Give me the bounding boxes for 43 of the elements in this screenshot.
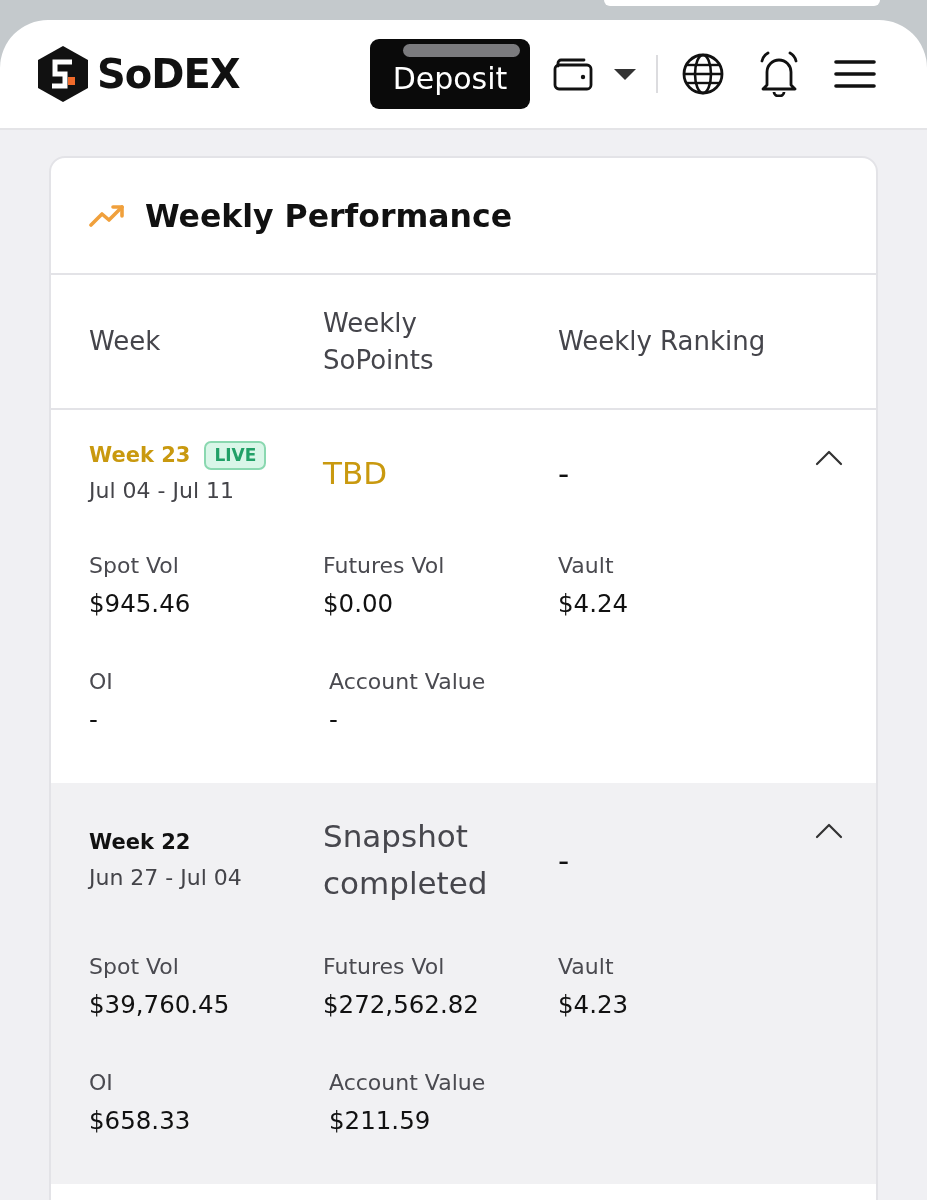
column-header: Weekly Ranking: [558, 325, 766, 358]
globe-icon[interactable]: [682, 53, 724, 95]
wallet-icon[interactable]: [553, 57, 593, 91]
trending-up-icon: [89, 204, 125, 227]
bell-icon[interactable]: [758, 51, 800, 97]
stat-label: Spot Vol: [89, 552, 179, 580]
column-header: Week: [89, 325, 161, 358]
week-label: Week 22: [89, 829, 191, 856]
stat-value: $272,562.82: [323, 989, 479, 1021]
stat-label: OI: [89, 1069, 113, 1097]
stat-value: -: [329, 704, 338, 736]
stat-label: OI: [89, 668, 113, 696]
stat-value: $658.33: [89, 1105, 191, 1137]
ranking-value: -: [558, 453, 570, 493]
stat-value: $4.24: [558, 588, 629, 620]
card-title: Weekly Performance: [145, 196, 512, 236]
stat-value: $211.59: [329, 1105, 431, 1137]
stat-value: $945.46: [89, 588, 191, 620]
sopoints-value: TBD: [323, 453, 388, 493]
ranking-value: -: [558, 840, 570, 880]
stat-value: -: [89, 704, 98, 736]
column-header: Weekly SoPoints: [323, 306, 435, 377]
caret-down-icon[interactable]: [614, 68, 636, 80]
week-label: Week 23: [89, 442, 191, 469]
stat-label: Spot Vol: [89, 953, 179, 981]
stat-label: Vault: [558, 552, 614, 580]
sopoints-value: Snapshot completed: [323, 817, 489, 903]
stat-value: $39,760.45: [89, 989, 230, 1021]
menu-icon[interactable]: [834, 59, 876, 89]
chevron-up-icon[interactable]: [815, 823, 843, 839]
stat-label: Futures Vol: [323, 552, 445, 580]
week-dates: Jun 27 - Jul 04: [89, 864, 242, 892]
week-dates: Jul 04 - Jul 11: [89, 477, 234, 505]
stat-label: Vault: [558, 953, 614, 981]
status-badge: LIVE: [204, 440, 267, 470]
stat-label: Futures Vol: [323, 953, 445, 981]
stat-label: Account Value: [329, 668, 486, 696]
hexagon-logo-icon: [37, 45, 89, 103]
stat-value: $0.00: [323, 588, 394, 620]
stat-value: $4.23: [558, 989, 629, 1021]
chevron-up-icon[interactable]: [815, 450, 843, 466]
stat-label: Account Value: [329, 1069, 486, 1097]
logo-wordmark: SoDEX: [97, 50, 240, 98]
